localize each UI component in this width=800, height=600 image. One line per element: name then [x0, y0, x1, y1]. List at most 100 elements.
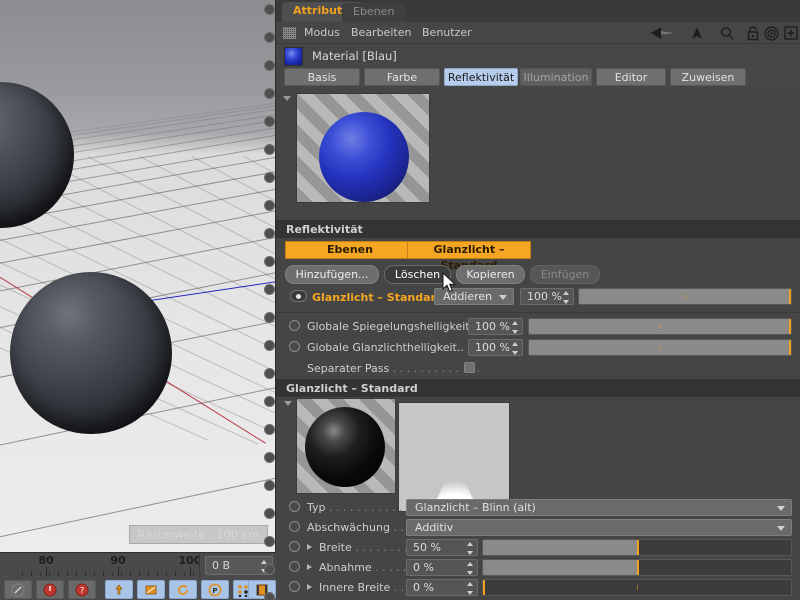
mat-tab-basis[interactable]: Basis: [284, 68, 360, 86]
rail-button[interactable]: [264, 32, 275, 43]
scale-tool-button[interactable]: [137, 580, 165, 599]
up-arrow-icon[interactable]: [690, 26, 704, 43]
slider-knob[interactable]: [637, 560, 639, 575]
mat-tab-editor[interactable]: Editor: [596, 68, 666, 86]
rail-button[interactable]: [264, 368, 275, 379]
rail-button[interactable]: [264, 452, 275, 463]
stepper-icon[interactable]: [467, 582, 474, 595]
radio-globale-spiegelungshelligkeit[interactable]: [289, 320, 300, 331]
radio-breite[interactable]: [289, 541, 300, 552]
collapse-triangle-icon[interactable]: [284, 401, 292, 406]
breite-field[interactable]: 50 %: [406, 539, 478, 556]
plus-box-icon[interactable]: [784, 26, 798, 43]
undo-tool-button[interactable]: [36, 580, 64, 599]
render-region-button[interactable]: P: [201, 580, 229, 599]
eye-icon[interactable]: [290, 290, 307, 302]
bottom-toolbar[interactable]: ? P: [0, 578, 276, 600]
abnahme-slider[interactable]: [482, 559, 792, 576]
collapse-triangle-icon[interactable]: [283, 96, 291, 101]
breite-slider[interactable]: [482, 539, 792, 556]
menu-benutzer[interactable]: Benutzer: [422, 26, 472, 39]
radio-innere-breite[interactable]: [289, 581, 300, 592]
rail-button[interactable]: [264, 396, 275, 407]
rail-button[interactable]: [264, 60, 275, 71]
rail-button[interactable]: [264, 144, 275, 155]
mat-tab-farbe[interactable]: Farbe: [364, 68, 440, 86]
back-arrow-icon[interactable]: [650, 26, 676, 43]
radio-abschwaechung[interactable]: [289, 521, 300, 532]
abschwaechung-dropdown[interactable]: Additiv: [406, 519, 792, 536]
radio-abnahme[interactable]: [289, 561, 300, 572]
rail-button[interactable]: [264, 508, 275, 519]
paste-button[interactable]: Einfügen: [530, 265, 600, 284]
subtab-glanzlicht-standard[interactable]: Glanzlicht – Standard: [407, 241, 531, 272]
expand-triangle-icon[interactable]: [307, 564, 312, 570]
rail-button[interactable]: [264, 116, 275, 127]
slider-knob[interactable]: [483, 580, 485, 595]
search-icon[interactable]: [720, 26, 734, 43]
help-tool-button[interactable]: ?: [68, 580, 96, 599]
mat-tab-zuweisen[interactable]: Zuweisen: [670, 68, 746, 86]
globale-spiegelungshelligkeit-field[interactable]: 100 %: [468, 318, 523, 335]
radio-globale-glanzlichthelligkeit[interactable]: [289, 341, 300, 352]
add-button[interactable]: Hinzufügen...: [285, 265, 379, 284]
layer-opacity-slider[interactable]: [578, 288, 792, 305]
mat-tab-reflektivitaet[interactable]: Reflektivität: [444, 68, 518, 86]
tab-ebenen[interactable]: Ebenen: [342, 3, 406, 22]
rail-button[interactable]: [264, 592, 275, 600]
slider-knob[interactable]: [637, 540, 639, 555]
grip-icon[interactable]: [283, 27, 296, 39]
stepper-icon[interactable]: [467, 562, 474, 575]
rail-button[interactable]: [264, 480, 275, 491]
slider-knob[interactable]: [789, 319, 791, 334]
specular-curve-graph[interactable]: [398, 402, 510, 512]
stepper-icon[interactable]: [512, 321, 519, 334]
move-tool-button[interactable]: [105, 580, 133, 599]
slider-knob[interactable]: [789, 289, 791, 304]
rail-button[interactable]: [264, 312, 275, 323]
target-icon[interactable]: [764, 26, 779, 44]
rail-button[interactable]: [264, 284, 275, 295]
material-swatch-icon[interactable]: [284, 47, 303, 66]
menu-modus[interactable]: Modus: [304, 26, 340, 39]
rail-button[interactable]: [264, 340, 275, 351]
typ-dropdown[interactable]: Glanzlicht – Blinn (alt): [406, 499, 792, 516]
globale-spiegelungshelligkeit-slider[interactable]: [528, 318, 792, 335]
abnahme-field[interactable]: 0 %: [406, 559, 478, 576]
rail-button[interactable]: [264, 424, 275, 435]
blend-mode-dropdown[interactable]: Addieren: [434, 288, 514, 305]
timeline-bar[interactable]: 80 90 100 0 B: [0, 552, 276, 579]
globale-glanzlichthelligkeit-slider[interactable]: [528, 339, 792, 356]
rail-button[interactable]: [264, 200, 275, 211]
rotate-tool-button[interactable]: [169, 580, 197, 599]
specular-preview[interactable]: [296, 398, 396, 494]
viewport-side-rail[interactable]: [264, 0, 276, 600]
rail-button[interactable]: [264, 256, 275, 267]
stepper-icon[interactable]: [563, 291, 570, 304]
lock-icon[interactable]: [746, 25, 760, 44]
expand-triangle-icon[interactable]: [307, 584, 312, 590]
separater-pass-checkbox[interactable]: [464, 362, 475, 373]
measure-tool-button[interactable]: [4, 580, 32, 599]
mat-tab-illumination[interactable]: Illumination: [520, 68, 592, 86]
memory-size-field[interactable]: 0 B: [205, 556, 273, 575]
layer-opacity-field[interactable]: 100 %: [520, 288, 574, 305]
stepper-icon[interactable]: [512, 342, 519, 355]
subtab-ebenen[interactable]: Ebenen: [285, 241, 415, 259]
rail-button[interactable]: [264, 564, 275, 575]
menu-bearbeiten[interactable]: Bearbeiten: [351, 26, 411, 39]
viewport-3d[interactable]: Rasterweite : 100 cm: [0, 0, 276, 552]
innere-breite-field[interactable]: 0 %: [406, 579, 478, 596]
slider-knob[interactable]: [789, 340, 791, 355]
stepper-icon[interactable]: [467, 542, 474, 555]
rail-button[interactable]: [264, 228, 275, 239]
globale-glanzlichthelligkeit-field[interactable]: 100 %: [468, 339, 523, 356]
radio-typ[interactable]: [289, 501, 300, 512]
expand-triangle-icon[interactable]: [307, 544, 312, 550]
rail-button[interactable]: [264, 172, 275, 183]
timeline-ruler[interactable]: 80 90 100: [0, 553, 200, 579]
sphere-object-2[interactable]: [10, 272, 172, 434]
rail-button[interactable]: [264, 4, 275, 15]
material-preview[interactable]: [296, 93, 430, 203]
delete-button[interactable]: Löschen: [384, 265, 451, 284]
